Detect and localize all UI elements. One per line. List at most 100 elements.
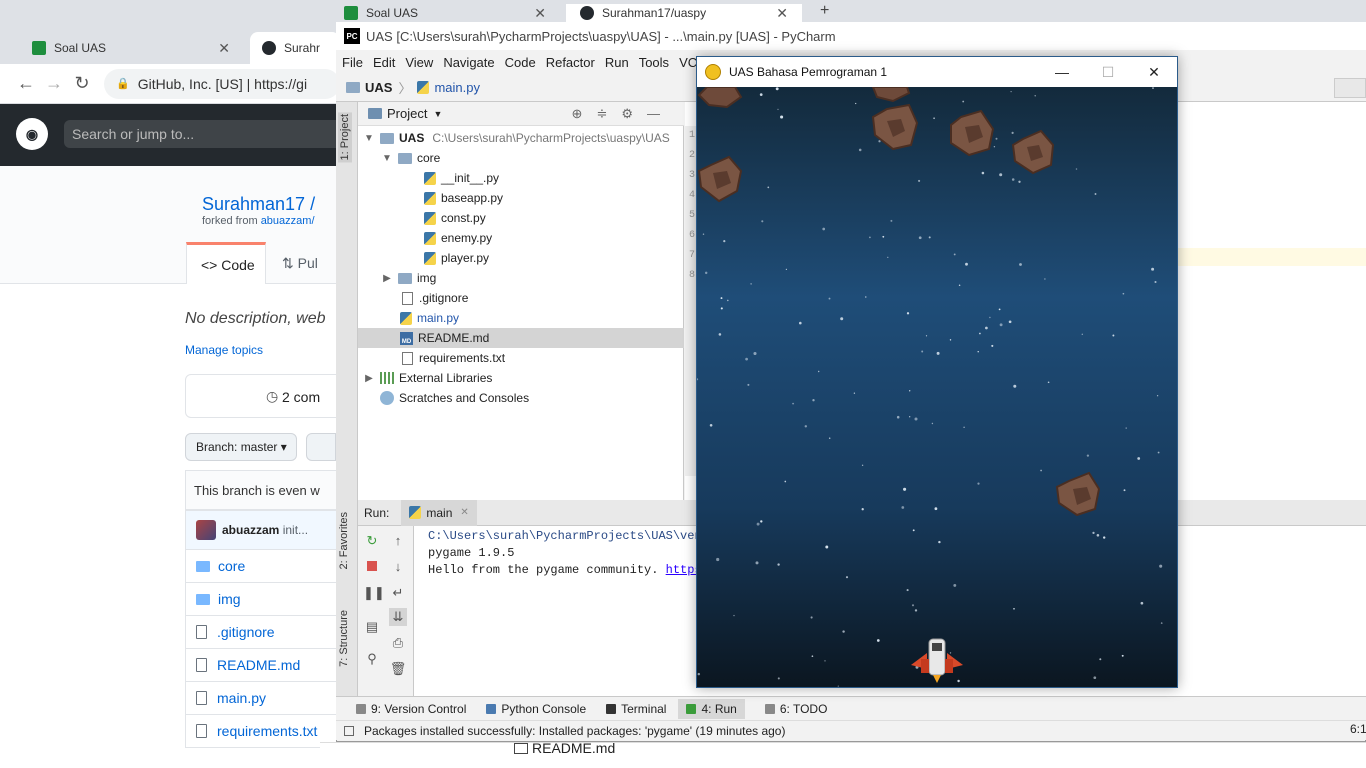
close-tab-icon[interactable]: ✕	[776, 5, 788, 22]
panel-tools[interactable]: ⊕≑⚙—	[572, 106, 674, 122]
tab-run[interactable]: 4: Run	[678, 698, 745, 719]
maximize-button[interactable]: ☐	[1085, 57, 1131, 87]
file-name[interactable]: core	[218, 558, 245, 574]
new-pull-request-button[interactable]	[306, 433, 336, 461]
chevron-right-icon[interactable]: ▶	[362, 373, 376, 384]
chevron-down-icon[interactable]: ▼	[433, 109, 442, 119]
tree-item-main[interactable]: main.py	[358, 308, 684, 328]
tab-code[interactable]: <> Code	[186, 242, 266, 284]
menu-file[interactable]: File	[342, 55, 363, 70]
manage-topics-link[interactable]: Manage topics	[185, 343, 263, 357]
tree-item-scratches[interactable]: Scratches and Consoles	[358, 388, 684, 408]
status-icon[interactable]	[344, 725, 354, 736]
browser-tab-soal-uas-2[interactable]: Soal UAS ✕	[330, 4, 560, 22]
tree-item-requirements[interactable]: requirements.txt	[358, 348, 684, 368]
tool-favorites[interactable]: 2: Favorites	[338, 512, 350, 569]
caret-position[interactable]: 6:1	[1350, 722, 1366, 736]
run-config-select[interactable]	[1334, 78, 1366, 98]
scroll-to-end-icon[interactable]: ⇊	[389, 608, 407, 626]
tree-item-readme[interactable]: MD README.md	[358, 328, 684, 348]
file-name[interactable]: main.py	[217, 690, 266, 706]
forked-from-link[interactable]: abuazzam/	[261, 215, 315, 227]
browser-tab-uaspy[interactable]: Surahman17/uaspy ✕	[566, 4, 802, 22]
file-name[interactable]: requirements.txt	[217, 723, 317, 739]
forward-arrow-icon[interactable]: →	[40, 73, 68, 94]
tool-project[interactable]: 1: Project	[338, 112, 352, 163]
stop-icon[interactable]	[363, 558, 381, 576]
tree-item-baseapp[interactable]: baseapp.py	[358, 188, 684, 208]
menu-run[interactable]: Run	[605, 55, 629, 70]
run-tab-main[interactable]: main ✕	[401, 499, 477, 526]
menu-tools[interactable]: Tools	[639, 55, 669, 70]
file-row-gitignore[interactable]: .gitignore	[185, 616, 345, 649]
tree-item-external[interactable]: ▶ External Libraries	[358, 368, 684, 388]
tree-label: player.py	[441, 251, 490, 265]
breadcrumb-file[interactable]: main.py	[434, 80, 480, 95]
reload-icon[interactable]: ↻	[68, 73, 96, 94]
close-tab-icon[interactable]: ✕	[218, 40, 230, 57]
tab-label: 9: Version Control	[371, 701, 467, 716]
commit-message[interactable]: init...	[283, 523, 308, 537]
game-canvas[interactable]	[697, 87, 1177, 687]
tab-todo[interactable]: 6: TODO	[764, 702, 827, 716]
rerun-icon[interactable]: ↻	[363, 532, 381, 550]
new-tab-icon[interactable]: +	[820, 2, 829, 20]
print-icon[interactable]: ⎙	[389, 634, 407, 652]
commits-count[interactable]: ◷ 2 com	[185, 374, 345, 418]
star	[999, 173, 1003, 177]
trash-icon[interactable]: 🗑	[389, 660, 407, 678]
menu-view[interactable]: View	[405, 55, 433, 70]
file-row-img[interactable]: img	[185, 583, 345, 616]
avatar[interactable]	[196, 520, 216, 540]
search-input[interactable]: Search or jump to...	[64, 120, 340, 148]
tree-item-gitignore[interactable]: .gitignore	[358, 288, 684, 308]
repo-owner-link[interactable]: Surahman17 /	[202, 194, 315, 215]
tool-structure[interactable]: 7: Structure	[338, 610, 350, 667]
file-row-main[interactable]: main.py	[185, 682, 345, 715]
pause-icon[interactable]: ❚❚	[363, 584, 385, 602]
tab-terminal[interactable]: Terminal	[606, 702, 666, 716]
menu-refactor[interactable]: Refactor	[546, 55, 595, 70]
menu-edit[interactable]: Edit	[373, 55, 395, 70]
tab-pull-requests[interactable]: ⇅ Pul	[282, 255, 318, 272]
omnibox[interactable]: 🔒 GitHub, Inc. [US] | https://gi	[104, 68, 340, 99]
layout-icon[interactable]: ▤	[363, 618, 381, 636]
tree-item-root[interactable]: ▼ UAS C:\Users\surah\PycharmProjects\uas…	[358, 128, 684, 148]
file-name[interactable]: .gitignore	[217, 624, 275, 640]
file-row-readme[interactable]: README.md	[185, 649, 345, 682]
tab-version-control[interactable]: 9: Version Control	[356, 702, 466, 716]
tree-item-core[interactable]: ▼ core	[358, 148, 684, 168]
down-arrow-icon[interactable]: ↓	[389, 558, 407, 576]
tree-item-img[interactable]: ▶ img	[358, 268, 684, 288]
chevron-down-icon[interactable]: ▼	[362, 133, 376, 144]
browser-tab-soal-uas[interactable]: Soal UAS ✕	[20, 32, 242, 64]
close-tab-icon[interactable]: ✕	[534, 5, 546, 22]
back-arrow-icon[interactable]: ←	[12, 73, 40, 94]
tree-item-const[interactable]: const.py	[358, 208, 684, 228]
pin-icon[interactable]: ⚲	[363, 650, 381, 668]
minimize-button[interactable]: —	[1039, 57, 1085, 87]
menu-navigate[interactable]: Navigate	[443, 55, 494, 70]
tree-item-player[interactable]: player.py	[358, 248, 684, 268]
menu-code[interactable]: Code	[505, 55, 536, 70]
tree-item-enemy[interactable]: enemy.py	[358, 228, 684, 248]
up-arrow-icon[interactable]: ↑	[389, 532, 407, 550]
tree-item-init[interactable]: __init__.py	[358, 168, 684, 188]
file-name[interactable]: img	[218, 591, 241, 607]
branch-select-button[interactable]: Branch: master ▾	[185, 433, 297, 461]
commit-author[interactable]: abuazzam	[222, 523, 279, 537]
chevron-right-icon[interactable]: ▶	[380, 273, 394, 284]
soft-wrap-icon[interactable]: ↵	[389, 584, 407, 602]
file-row-core[interactable]: core	[185, 550, 345, 583]
close-icon[interactable]: ✕	[460, 507, 468, 518]
chevron-down-icon[interactable]: ▼	[380, 153, 394, 164]
status-message[interactable]: Packages installed successfully: Install…	[364, 724, 785, 738]
star	[878, 140, 881, 143]
file-name[interactable]: README.md	[217, 657, 300, 673]
browser-tab-github[interactable]: Surahr	[250, 32, 340, 64]
breadcrumb-project[interactable]: UAS	[365, 80, 392, 95]
project-view-select[interactable]: Project	[387, 106, 427, 121]
close-button[interactable]: ✕	[1131, 57, 1177, 87]
github-logo-icon[interactable]: ◉	[16, 118, 48, 150]
tab-python-console[interactable]: Python Console	[486, 702, 586, 716]
